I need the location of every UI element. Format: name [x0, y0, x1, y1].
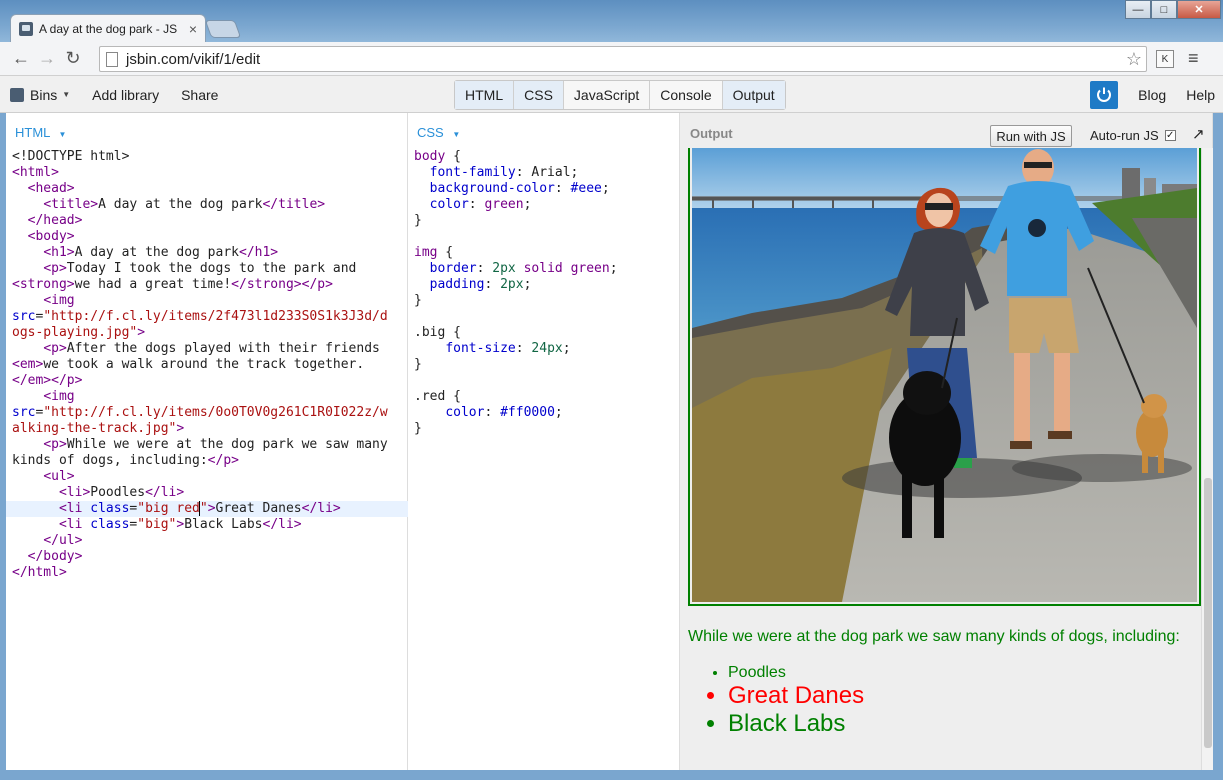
- vertical-scroll-thumb[interactable]: [1204, 478, 1212, 748]
- window-controls: — □ ✕: [1125, 0, 1221, 19]
- panel-toggles: HTML CSS JavaScript Console Output: [454, 80, 786, 110]
- autorun-checkbox[interactable]: ✓: [1164, 130, 1176, 141]
- maximize-button[interactable]: □: [1151, 0, 1177, 19]
- tab-html[interactable]: HTML: [455, 81, 515, 109]
- tab-close-icon[interactable]: ×: [189, 21, 197, 37]
- css-panel-label[interactable]: CSS ▼: [417, 125, 460, 140]
- html-label-text: HTML: [15, 125, 50, 140]
- bins-menu[interactable]: Bins ▼: [10, 87, 70, 103]
- chevron-down-icon: ▼: [452, 130, 461, 139]
- autorun-toggle[interactable]: Auto-run JS ✓: [1090, 128, 1176, 143]
- address-bar[interactable]: jsbin.com/vikif/1/edit ☆: [99, 46, 1147, 72]
- blog-link[interactable]: Blog: [1138, 87, 1166, 103]
- output-render: While we were at the dog park we saw man…: [680, 148, 1201, 770]
- output-panel-label: Output: [690, 126, 733, 141]
- css-label-text: CSS: [417, 125, 444, 140]
- window-titlebar: A day at the dog park - JS × — □ ✕: [0, 0, 1223, 42]
- new-tab-button[interactable]: [204, 20, 242, 38]
- tab-console[interactable]: Console: [650, 81, 723, 109]
- html-panel-label[interactable]: HTML ▼: [15, 125, 66, 140]
- dog-list: Poodles Great Danes Black Labs: [728, 663, 864, 738]
- output-paragraph: While we were at the dog park we saw man…: [688, 628, 1180, 645]
- tab-title: A day at the dog park - JS: [39, 21, 178, 36]
- bins-label: Bins: [30, 86, 58, 103]
- css-panel[interactable]: CSS ▼ body { font-family: Arial; backgro…: [408, 113, 680, 770]
- tab-output[interactable]: Output: [722, 81, 785, 109]
- list-item-great-danes: Great Danes: [728, 682, 864, 710]
- browser-toolbar: ← → ↻ jsbin.com/vikif/1/edit ☆ K ≡: [0, 42, 1223, 76]
- popout-icon[interactable]: ↗: [1192, 125, 1205, 143]
- minimize-button[interactable]: —: [1125, 0, 1151, 19]
- power-icon[interactable]: [1090, 80, 1119, 109]
- close-window-button[interactable]: ✕: [1177, 0, 1221, 19]
- extension-icon[interactable]: K: [1156, 50, 1174, 68]
- chevron-down-icon: ▼: [62, 90, 71, 99]
- walking-the-track-image: [692, 148, 1197, 602]
- help-link[interactable]: Help: [1186, 87, 1215, 103]
- reload-icon[interactable]: ↻: [60, 46, 86, 72]
- run-with-js-button[interactable]: Run with JS: [990, 125, 1072, 147]
- css-editor[interactable]: body { font-family: Arial; background-co…: [414, 149, 618, 437]
- dog-walk-photo: [688, 148, 1201, 606]
- tab-javascript[interactable]: JavaScript: [564, 81, 651, 109]
- back-icon[interactable]: ←: [8, 46, 34, 72]
- chevron-down-icon: ▼: [58, 130, 67, 139]
- html-editor[interactable]: <!DOCTYPE html> <html> <head> <title>A da…: [6, 149, 408, 581]
- html-panel[interactable]: HTML ▼ <!DOCTYPE html> <html> <head> <tit…: [6, 113, 408, 770]
- vertical-scrollbar[interactable]: [1201, 148, 1213, 770]
- tab-css[interactable]: CSS: [514, 81, 564, 109]
- window-frame-bottom: [0, 770, 1223, 780]
- list-item-poodles: Poodles: [728, 663, 864, 682]
- address-text: jsbin.com/vikif/1/edit: [126, 50, 261, 68]
- forward-icon[interactable]: →: [34, 46, 60, 72]
- share-button[interactable]: Share: [181, 87, 218, 103]
- bins-icon: [10, 87, 24, 102]
- jsbin-favicon-icon: [19, 21, 33, 36]
- output-panel: Output Run with JS Auto-run JS ✓ ↗ While…: [680, 113, 1213, 770]
- page-icon: [106, 51, 118, 67]
- jsbin-toolbar: Bins ▼ Add library Share HTML CSS JavaScr…: [0, 76, 1223, 113]
- bookmark-star-icon[interactable]: ☆: [1126, 49, 1142, 70]
- add-library-button[interactable]: Add library: [92, 87, 159, 103]
- autorun-label: Auto-run JS: [1090, 128, 1159, 143]
- browser-tab[interactable]: A day at the dog park - JS ×: [10, 14, 206, 42]
- list-item-black-labs: Black Labs: [728, 710, 864, 738]
- window-frame-right: [1213, 113, 1223, 780]
- browser-menu-icon[interactable]: ≡: [1188, 48, 1199, 69]
